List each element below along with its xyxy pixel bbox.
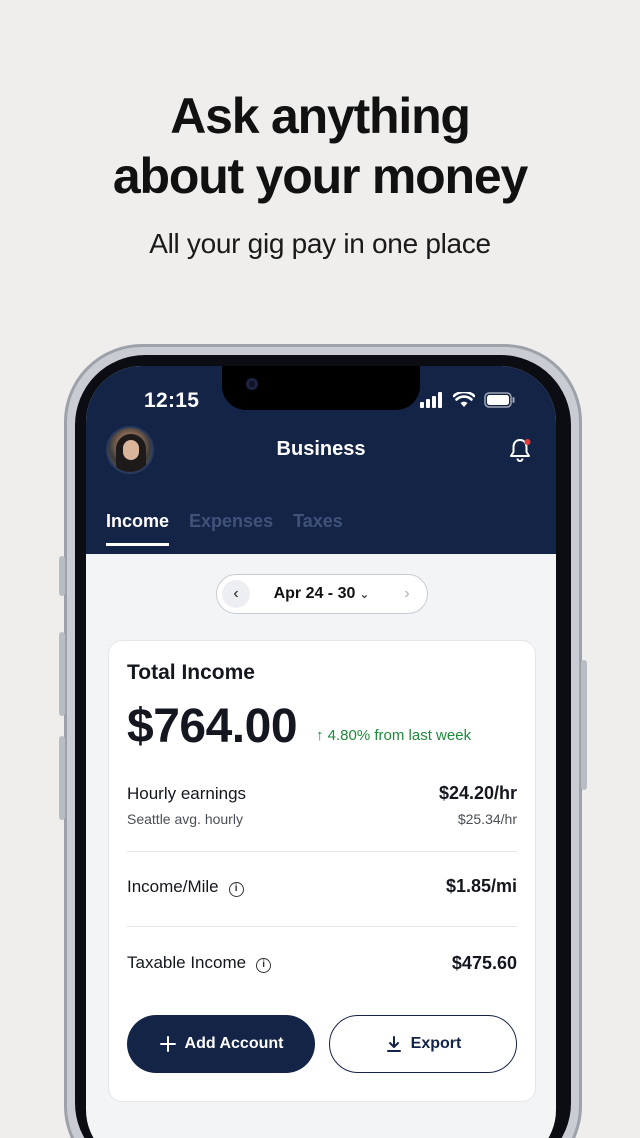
wifi-icon — [453, 392, 475, 407]
promo-subtitle: All your gig pay in one place — [149, 228, 491, 259]
weekly-change-text: 4.80% from last week — [327, 727, 472, 744]
hourly-earnings-label: Hourly earnings — [127, 784, 247, 803]
taxable-income-value: $475.60 — [451, 953, 517, 973]
promo-title-line2: about your money — [112, 148, 528, 204]
seattle-avg-label: Seattle avg. hourly — [127, 811, 243, 827]
side-button-power — [581, 660, 587, 790]
arrow-up-icon: ↑ — [316, 727, 324, 744]
total-amount: $764.00 — [127, 700, 298, 753]
status-time: 12:15 — [144, 389, 200, 412]
weekly-change: ↑ 4.80% from last week — [316, 727, 471, 744]
side-button-volume-up — [59, 632, 65, 716]
plus-icon — [159, 1036, 176, 1052]
period-dropdown[interactable]: Apr 24 - 30 ⌄ — [250, 585, 393, 603]
hourly-earnings-value: $24.20/hr — [438, 783, 517, 803]
period-label: Apr 24 - 30 — [273, 585, 356, 602]
notification-bell-button[interactable] — [506, 436, 534, 464]
signal-icon — [420, 392, 442, 408]
chevron-down-icon: ⌄ — [359, 587, 370, 601]
income-per-mile-label: Income/Mile — [127, 877, 219, 896]
side-button-volume-down — [59, 736, 65, 820]
tab-expenses[interactable]: Expenses — [189, 511, 273, 546]
period-selector: ‹ Apr 24 - 30 ⌄ › — [216, 574, 428, 614]
app-screen: 12:15 Business Income Expenses Taxes ‹ A… — [86, 366, 556, 1138]
income-per-mile-row: Income/Mile i — [127, 877, 244, 897]
income-per-mile-value: $1.85/mi — [445, 876, 517, 896]
info-icon[interactable]: i — [228, 882, 244, 897]
header-title: Business — [276, 438, 366, 460]
export-button[interactable]: Export — [329, 1015, 517, 1073]
tab-income[interactable]: Income — [106, 511, 170, 546]
download-icon — [386, 1036, 401, 1052]
income-summary-card: Total Income $764.00 ↑ 4.80% from last w… — [108, 640, 536, 1102]
divider — [127, 926, 517, 927]
status-icons — [420, 392, 516, 408]
battery-icon — [484, 392, 515, 408]
next-period-button[interactable]: › — [393, 585, 421, 603]
export-label: Export — [410, 1035, 462, 1052]
taxable-income-row: Taxable Income i — [127, 953, 272, 973]
dynamic-island — [222, 366, 420, 410]
promo-title: Ask anything about your money — [0, 86, 640, 206]
previous-period-button[interactable]: ‹ — [222, 580, 250, 608]
side-button-silent — [59, 556, 65, 596]
seattle-avg-value: $25.34/hr — [457, 811, 517, 827]
card-title: Total Income — [127, 661, 255, 684]
taxable-income-label: Taxable Income — [127, 953, 247, 972]
tab-taxes[interactable]: Taxes — [293, 511, 343, 546]
promo-title-line1: Ask anything — [170, 88, 471, 144]
info-icon[interactable]: i — [256, 958, 272, 973]
chevron-right-icon: › — [404, 585, 410, 602]
tab-bar: Income Expenses Taxes — [106, 511, 343, 546]
divider — [127, 851, 517, 852]
add-account-label: Add Account — [184, 1035, 284, 1052]
app-header: 12:15 Business Income Expenses Taxes — [86, 366, 556, 554]
camera-icon — [246, 378, 258, 390]
bell-icon — [510, 439, 531, 462]
add-account-button[interactable]: Add Account — [127, 1015, 315, 1073]
chevron-left-icon: ‹ — [233, 585, 239, 602]
notification-dot — [524, 439, 531, 445]
